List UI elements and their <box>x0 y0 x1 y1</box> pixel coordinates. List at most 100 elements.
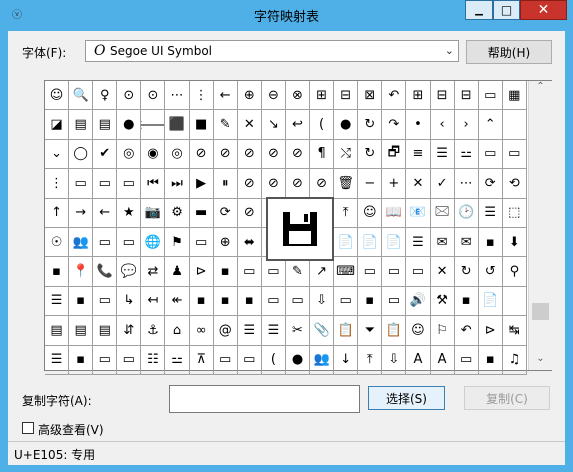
character-cell[interactable]: 👥 <box>69 227 94 258</box>
character-cell[interactable]: ☺ <box>406 316 431 346</box>
character-cell[interactable]: ( <box>310 110 335 140</box>
character-cell[interactable]: ▤ <box>45 316 70 346</box>
character-cell[interactable]: ⬚ <box>502 198 527 228</box>
character-cell[interactable]: ▤ <box>93 110 118 140</box>
character-cell[interactable]: ↷ <box>382 110 407 140</box>
select-button[interactable]: 选择(S) <box>368 386 445 410</box>
character-cell[interactable]: ↩ <box>285 110 311 140</box>
character-cell[interactable]: ⊞ <box>406 81 431 111</box>
character-cell[interactable]: ▭ <box>93 227 118 258</box>
character-cell[interactable]: ⏸ <box>213 169 238 199</box>
character-cell[interactable]: ▪ <box>454 286 479 317</box>
character-cell[interactable]: 🗑 <box>334 169 359 199</box>
character-cell[interactable]: ▦ <box>502 81 527 111</box>
character-cell[interactable]: ( <box>261 345 286 375</box>
character-cell[interactable]: ▭ <box>454 345 479 375</box>
character-cell[interactable]: ☺ <box>45 81 70 111</box>
character-cell[interactable]: + <box>382 169 407 199</box>
character-cell[interactable]: ⌄ <box>45 139 70 170</box>
character-cell[interactable]: ▭ <box>285 286 311 317</box>
character-cell[interactable]: ▤ <box>93 316 118 346</box>
character-cell[interactable]: ◎ <box>117 139 142 170</box>
character-cell[interactable]: ▪ <box>69 345 94 375</box>
character-cell[interactable]: ▭ <box>189 227 214 258</box>
character-cell[interactable]: ⚓ <box>141 316 166 346</box>
character-cell[interactable]: ◉ <box>141 139 166 170</box>
character-cell[interactable]: ⊟ <box>334 81 359 111</box>
character-cell[interactable]: ⊠ <box>358 81 383 111</box>
character-cell[interactable]: ← <box>93 198 118 228</box>
character-cell[interactable]: ⇩ <box>310 286 335 317</box>
character-cell[interactable]: ‹ <box>430 110 455 140</box>
character-cell[interactable]: 📄 <box>358 227 383 258</box>
character-cell[interactable]: ⊳ <box>189 257 214 287</box>
character-cell[interactable]: ⊞ <box>310 81 335 111</box>
character-cell[interactable]: ■ <box>189 110 214 140</box>
character-cell[interactable]: ✓ <box>430 169 455 199</box>
character-cell[interactable]: ▭ <box>93 169 118 199</box>
copy-chars-input[interactable] <box>169 385 360 413</box>
character-cell[interactable]: ↻ <box>358 110 383 140</box>
character-cell[interactable]: ▪ <box>213 286 238 317</box>
character-cell[interactable]: 💬 <box>117 257 142 287</box>
character-cell[interactable]: 🖂 <box>430 198 455 228</box>
character-cell[interactable]: ◎ <box>165 139 190 170</box>
character-cell[interactable]: ▪ <box>45 257 70 287</box>
character-cell[interactable]: 📄 <box>334 227 359 258</box>
character-cell[interactable]: ◯ <box>69 139 94 170</box>
character-cell[interactable]: ⚲ <box>502 257 527 287</box>
character-cell[interactable]: • <box>406 110 431 140</box>
character-cell[interactable]: ☰ <box>45 286 70 317</box>
character-cell[interactable]: ⊘ <box>237 198 262 228</box>
character-cell[interactable]: ⇄ <box>141 257 166 287</box>
scroll-up-icon[interactable]: ⌃ <box>529 81 552 98</box>
character-cell[interactable]: ≡ <box>406 139 431 170</box>
character-cell[interactable]: ☰ <box>237 316 262 346</box>
character-cell[interactable]: ⚍ <box>165 345 190 375</box>
font-dropdown[interactable]: O Segoe UI Symbol ⌄ <box>85 40 459 62</box>
character-cell[interactable]: ↘ <box>261 110 286 140</box>
character-cell[interactable]: ⟳ <box>478 169 503 199</box>
character-cell[interactable]: ▭ <box>93 345 118 375</box>
character-cell[interactable]: ▪ <box>237 286 262 317</box>
character-cell[interactable]: ⌨ <box>334 257 359 287</box>
character-cell[interactable]: ↶ <box>382 81 407 111</box>
character-cell[interactable]: 🡐 <box>141 110 166 140</box>
character-cell[interactable]: ⤒ <box>358 345 383 375</box>
character-cell[interactable]: ▪ <box>478 345 503 375</box>
scroll-down-icon[interactable]: ⌄ <box>529 353 552 370</box>
character-cell[interactable]: ▭ <box>237 257 262 287</box>
character-cell[interactable]: ⊗ <box>285 81 311 111</box>
character-cell[interactable]: 👥 <box>310 345 335 375</box>
character-cell[interactable]: ↑ <box>45 198 70 228</box>
character-cell[interactable]: ⊙ <box>141 81 166 111</box>
character-cell[interactable]: ✉ <box>454 227 479 258</box>
character-cell[interactable]: ⊘ <box>237 139 262 170</box>
character-cell[interactable]: ● <box>334 110 359 140</box>
character-cell[interactable]: ☷ <box>141 345 166 375</box>
character-cell[interactable]: ▭ <box>117 227 142 258</box>
character-cell[interactable]: › <box>454 110 479 140</box>
character-cell[interactable]: ⊘ <box>261 139 286 170</box>
character-cell[interactable]: 📄 <box>478 286 503 317</box>
character-cell[interactable]: ▭ <box>261 257 286 287</box>
character-cell[interactable]: ¶ <box>310 139 335 170</box>
character-cell[interactable]: ✂ <box>285 316 311 346</box>
character-cell[interactable]: ⊙ <box>117 81 142 111</box>
character-cell[interactable]: ◪ <box>45 110 70 140</box>
character-cell[interactable]: ▪ <box>478 227 503 258</box>
character-cell[interactable]: ⚑ <box>165 227 190 258</box>
character-cell[interactable]: 📋 <box>334 316 359 346</box>
character-cell[interactable]: ▭ <box>358 257 383 287</box>
character-cell[interactable]: ⊖ <box>261 81 286 111</box>
character-cell[interactable]: ▭ <box>382 257 407 287</box>
character-cell[interactable]: ✕ <box>406 169 431 199</box>
character-cell[interactable]: ▭ <box>213 345 238 375</box>
character-cell[interactable]: ⊘ <box>237 169 262 199</box>
copy-button[interactable]: 复制(C) <box>464 386 550 410</box>
character-cell[interactable]: ✕ <box>237 110 262 140</box>
character-cell[interactable]: ☺ <box>358 198 383 228</box>
character-cell[interactable]: ⊳ <box>478 316 503 346</box>
character-cell[interactable]: ∞ <box>189 316 214 346</box>
vertical-scrollbar[interactable]: ⌃ ⌄ <box>528 81 552 370</box>
